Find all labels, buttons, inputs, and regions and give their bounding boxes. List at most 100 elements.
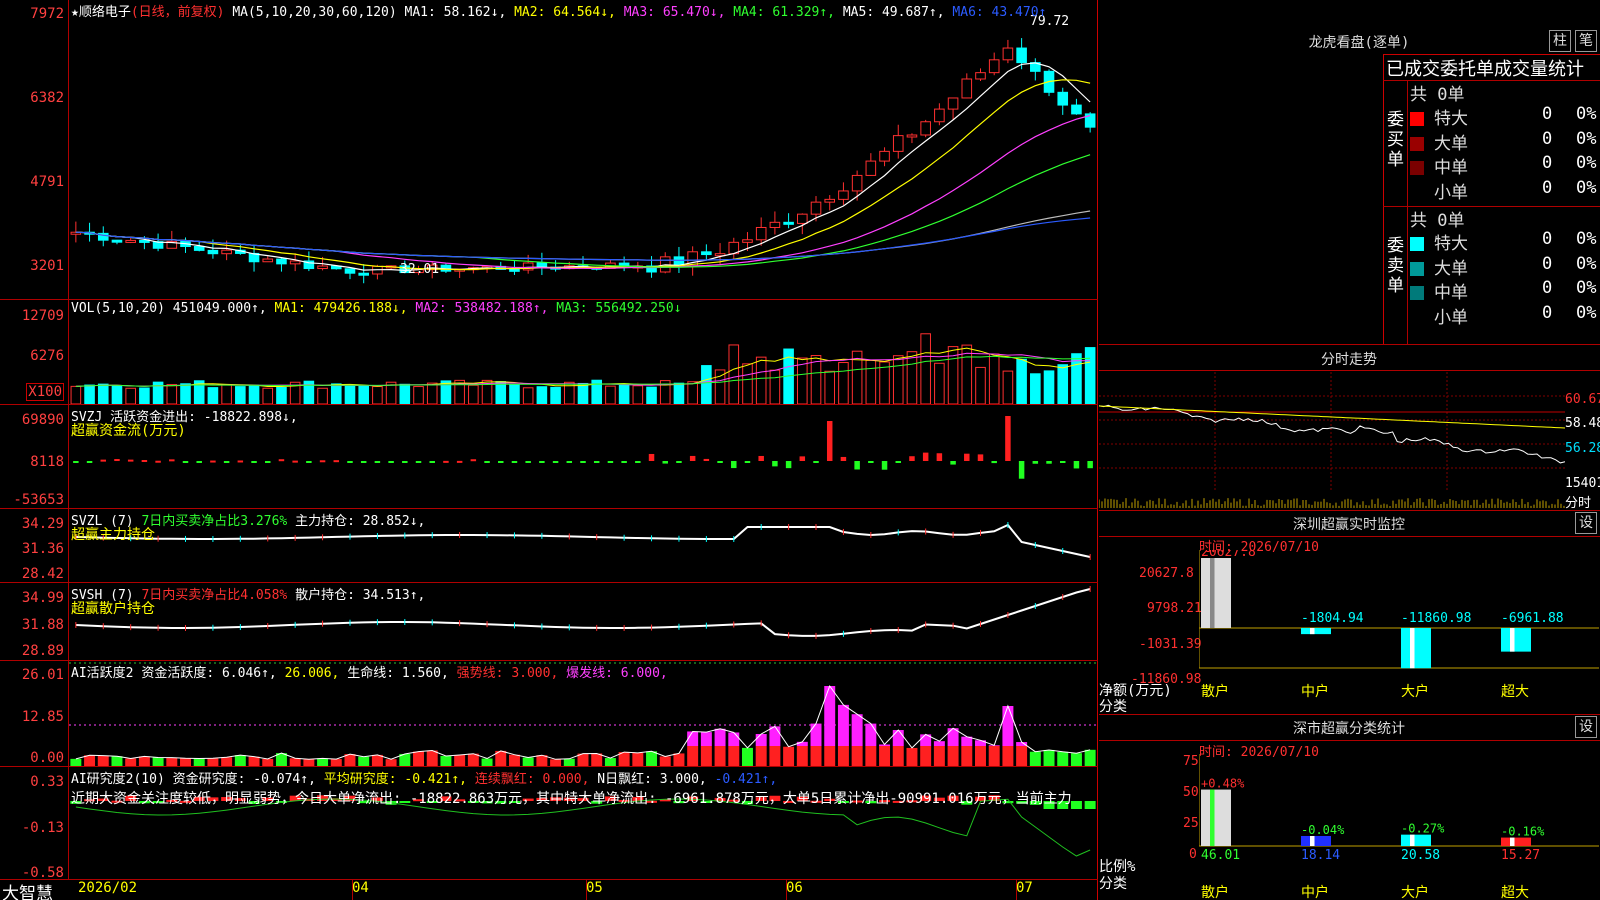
fund-flow-bar [977, 454, 984, 461]
ratio-bar [1301, 835, 1331, 846]
activity-bar [97, 755, 109, 766]
volume-bar [769, 369, 781, 404]
fund-flow-bar [484, 461, 490, 463]
volume-bar [180, 383, 191, 404]
vol-ma2: MA2: 538482.188↑, [415, 301, 549, 316]
intraday-axis-label: 15401 [1565, 476, 1600, 491]
ratio-chart[interactable]: +0.48% 46.01 散户 -0.04% 18.14 中户 -0.27% 20.58 大户 -… [1199, 754, 1599, 900]
volume-chart[interactable] [69, 318, 1097, 404]
chart-area[interactable]: ★顺络电子(日线，前复权) MA(5,10,20,30,60,120) MA1:… [0, 0, 1098, 900]
svzj-axis-label: -53653 [13, 492, 64, 508]
sell-row[interactable]: 小单 0 0% [1410, 302, 1600, 328]
bar-mode-button[interactable]: 柱 [1549, 30, 1571, 52]
candle-body [1002, 47, 1014, 61]
activity-bar [604, 758, 616, 766]
order-size-label: 特大 [1434, 234, 1468, 254]
volume-bar [605, 385, 616, 404]
activity-bar [769, 746, 781, 766]
activity-bar [810, 746, 822, 766]
fund-flow-bar [854, 461, 860, 470]
fund-flow-bar [223, 461, 230, 463]
ma4-value: MA4: 61.329↑, [733, 5, 836, 20]
stock-terminal: ★顺络电子(日线，前复权) MA(5,10,20,30,60,120) MA1:… [0, 0, 1600, 900]
net-bar [1201, 558, 1231, 628]
activity-bar [591, 753, 603, 766]
activity-bar-top [687, 731, 699, 746]
fund-flow-bar [127, 459, 134, 462]
volume-bar [111, 385, 123, 404]
date-label: 06 [786, 880, 803, 896]
svsh-ratio: 7日内买卖净占比4.058% [141, 588, 288, 603]
volume-bar [97, 383, 109, 404]
activity-bar [248, 756, 260, 766]
stock-name: 顺络电子 [78, 5, 131, 20]
candle-body [742, 239, 753, 243]
activity-bar [961, 746, 973, 766]
sell-row[interactable]: 大单 0 0% [1410, 254, 1600, 279]
fund-flow-bar [1087, 461, 1093, 469]
volume-bar [468, 384, 479, 404]
ratio-bar [1201, 789, 1231, 846]
svsh-axis-label: 34.99 [21, 590, 64, 606]
fund-flow-bar [580, 461, 586, 463]
ma-line [75, 62, 1091, 272]
ratio-value-label: 15.27 [1501, 848, 1540, 863]
fund-flow-bar [1073, 461, 1080, 469]
net-amount-chart[interactable]: 20627.8 散户 -1804.94 中户 -11860.98 大户 -6961.88 超大 [1199, 550, 1599, 700]
monitor-settings-button[interactable]: 设 [1575, 512, 1597, 534]
volume-bar [426, 382, 438, 404]
fund-flow-bar [415, 461, 422, 463]
aiyj-header: AI研究度2(10) 资金研究度: -0.074↑, 平均研究度: -0.421… [71, 768, 777, 787]
tick-mode-button[interactable]: 笔 [1575, 30, 1597, 52]
candle-body [276, 258, 287, 265]
fund-flow-bar [799, 456, 806, 461]
date-label: 07 [1016, 880, 1033, 896]
low-price-label: 32.01 [400, 262, 440, 277]
aihy-axis-label: 12.85 [21, 709, 64, 725]
fund-flow-bar [1018, 461, 1025, 479]
sell-row[interactable]: 中单 0 0% [1410, 278, 1600, 303]
volume-bar [810, 355, 822, 404]
activity-bar [289, 758, 301, 766]
candle-body [125, 239, 136, 243]
date-label: 05 [586, 880, 603, 896]
buy-orders-label: 委买单 [1387, 110, 1404, 170]
fund-flow-bar [114, 459, 120, 462]
buy-row[interactable]: 中单 0 0% [1410, 153, 1600, 178]
activity-bar [659, 756, 671, 766]
fund-flow-bar [73, 461, 79, 463]
activity-bar-top [892, 730, 904, 746]
activity-bar [1070, 753, 1082, 766]
chart-mode[interactable]: (日线，前复权) [131, 5, 225, 20]
classify-settings-button[interactable]: 设 [1575, 716, 1597, 738]
svzl-axis-label: 34.29 [21, 516, 64, 532]
intraday-chart[interactable] [1099, 372, 1565, 508]
activity-bar-top [837, 704, 849, 746]
candle-body [139, 239, 150, 243]
category-label: 散户 [1201, 884, 1229, 900]
fund-flow-bar [676, 461, 682, 463]
price-axis-label: 3201 [30, 258, 64, 274]
volume-bar [906, 351, 918, 404]
candlestick-chart[interactable] [69, 18, 1097, 298]
candle-body [920, 121, 931, 136]
buy-row[interactable]: 特大 0 0% [1410, 104, 1600, 129]
ratio-bar [1401, 834, 1431, 846]
activity-bar [234, 755, 246, 766]
fund-flow-bar [922, 452, 929, 461]
buy-row[interactable]: 小单 0 0% [1410, 178, 1600, 203]
sell-row[interactable]: 特大 0 0% [1410, 229, 1600, 254]
activity-bar [632, 752, 644, 766]
volume-bar [838, 362, 849, 404]
order-pct: 0% [1576, 302, 1597, 323]
aihy-strong: 强势线: 3.000, [456, 666, 559, 681]
net-bar-stripe [1310, 628, 1315, 635]
order-count: 0 [1542, 278, 1553, 298]
buy-row[interactable]: 大单 0 0% [1410, 129, 1600, 154]
ratio-bar-stripe [1310, 835, 1315, 846]
bar-value-label: -11860.98 [1401, 611, 1471, 626]
aiyj-comment: 近期大资金关注度较低，明显弱势，今日大单净流出: -18822.863万元，其中… [71, 791, 1072, 807]
net-bar [1401, 628, 1431, 669]
candle-body [509, 268, 520, 272]
volume-bar [824, 370, 836, 404]
